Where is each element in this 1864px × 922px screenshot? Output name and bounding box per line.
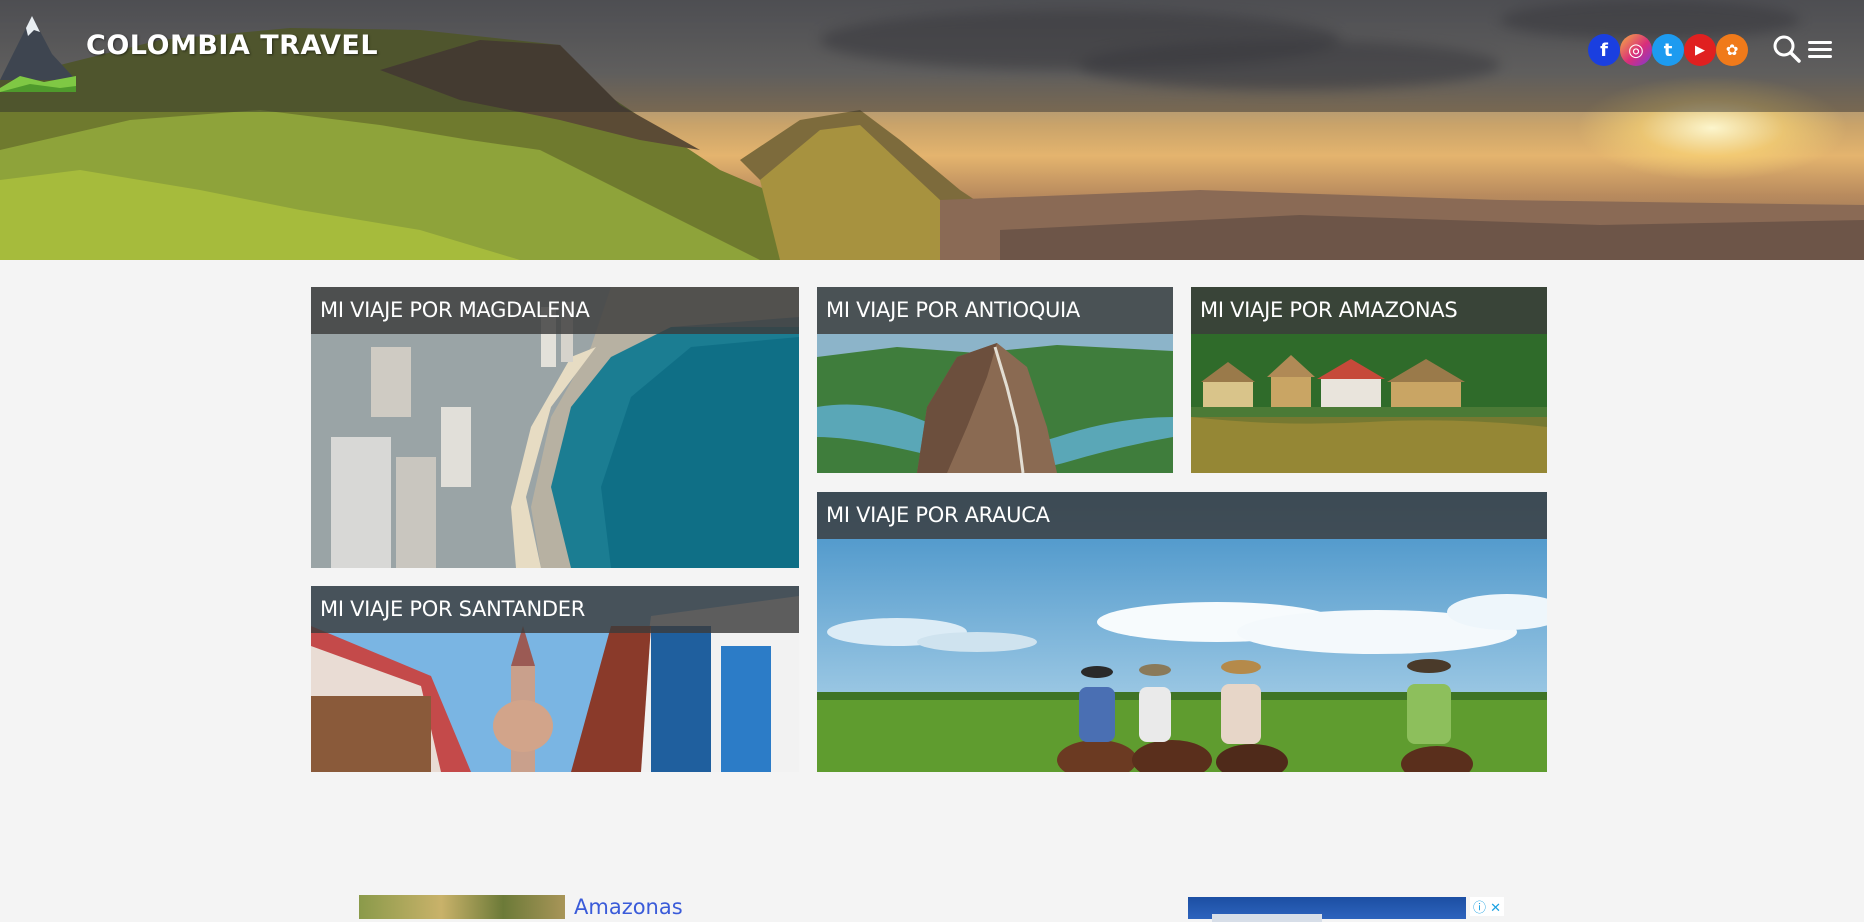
ad-choices-icon[interactable]: ⓘ ✕ <box>1470 897 1505 916</box>
card-antioquia[interactable]: MI VIAJE POR ANTIOQUIA <box>817 287 1173 473</box>
snapchat-icon[interactable]: ✿ <box>1716 34 1748 66</box>
facebook-icon[interactable]: f <box>1588 34 1620 66</box>
card-title: MI VIAJE POR ARAUCA <box>817 492 1547 539</box>
card-magdalena[interactable]: MI VIAJE POR MAGDALENA <box>311 287 799 568</box>
card-title: MI VIAJE POR AMAZONAS <box>1191 287 1547 334</box>
instagram-icon[interactable]: ◎ <box>1620 34 1652 66</box>
card-amazonas[interactable]: MI VIAJE POR AMAZONAS <box>1191 287 1547 473</box>
twitter-icon[interactable]: t <box>1652 34 1684 66</box>
card-title: MI VIAJE POR SANTANDER <box>311 586 799 633</box>
card-arauca[interactable]: MI VIAJE POR ARAUCA <box>817 492 1547 772</box>
card-title: MI VIAJE POR MAGDALENA <box>311 287 799 334</box>
card-santander[interactable]: MI VIAJE POR SANTANDER <box>311 586 799 772</box>
youtube-icon[interactable]: ▶ <box>1684 34 1716 66</box>
related-thumbnail[interactable] <box>359 895 565 919</box>
related-link-amazonas[interactable]: Amazonas <box>574 895 683 919</box>
card-title: MI VIAJE POR ANTIOQUIA <box>817 287 1173 334</box>
search-icon[interactable] <box>1772 34 1802 64</box>
mountain-logo-icon[interactable] <box>0 10 76 92</box>
hero-banner: COLOMBIA TRAVEL f ◎ t ▶ ✿ <box>0 0 1864 260</box>
site-brand[interactable]: COLOMBIA TRAVEL <box>86 30 378 61</box>
advertisement[interactable] <box>1188 897 1466 922</box>
hamburger-menu-icon[interactable] <box>1806 34 1836 64</box>
ad-content <box>1212 914 1322 922</box>
